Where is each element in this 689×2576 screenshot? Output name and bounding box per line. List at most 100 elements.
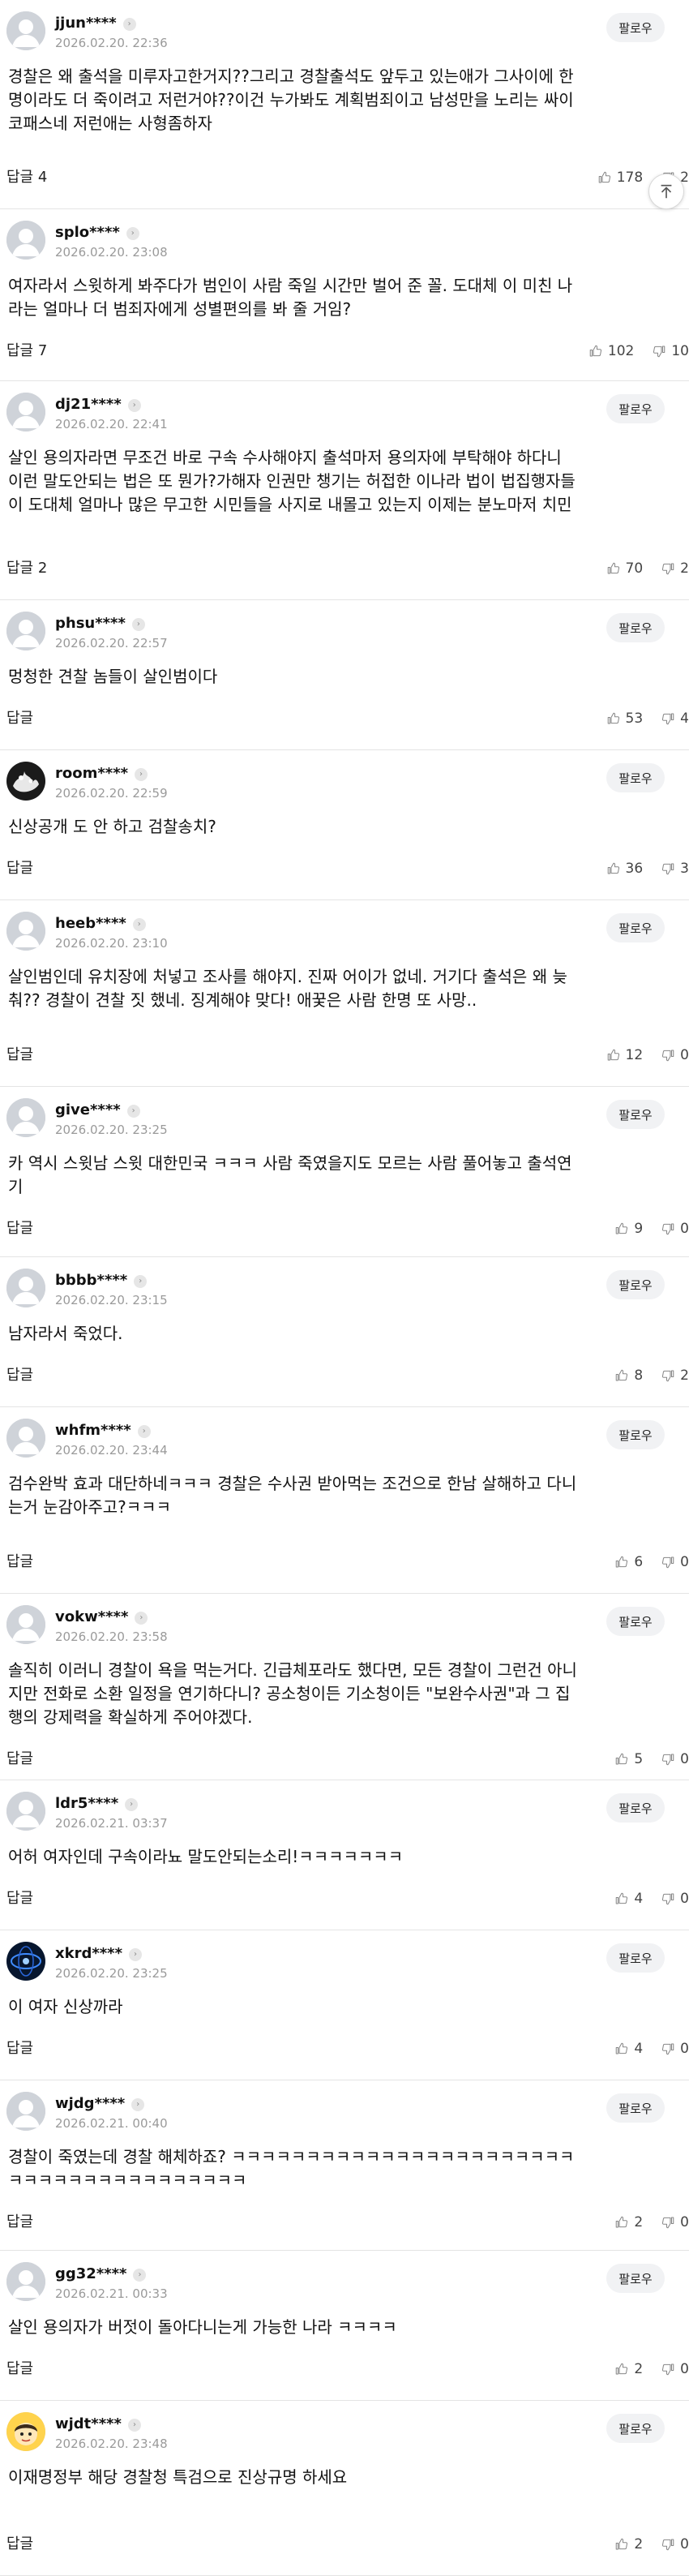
avatar[interactable]	[6, 612, 45, 650]
like-button[interactable]: 9	[614, 1221, 643, 1237]
reply-button[interactable]: 답글	[6, 1046, 33, 1064]
follow-button[interactable]: 팔로우	[606, 763, 665, 792]
comment-nickname[interactable]: phsu**** ›	[55, 615, 145, 633]
dislike-button[interactable]: 0	[661, 1891, 689, 1907]
comment-nickname[interactable]: ldr5**** ›	[55, 1795, 139, 1813]
avatar[interactable]	[6, 2262, 45, 2301]
follow-button[interactable]: 팔로우	[606, 394, 665, 423]
comment-nickname[interactable]: wjdt**** ›	[55, 2415, 141, 2433]
follow-button[interactable]: 팔로우	[606, 613, 665, 642]
follow-button[interactable]: 팔로우	[606, 1793, 665, 1823]
avatar[interactable]	[6, 912, 45, 951]
reply-button[interactable]: 답글	[6, 2360, 33, 2378]
reply-button[interactable]: 답글	[6, 1890, 33, 1908]
comment-nickname[interactable]: gg32**** ›	[55, 2265, 147, 2283]
dislike-button[interactable]: 0	[661, 2536, 689, 2552]
dislike-button[interactable]: 0	[661, 1221, 689, 1237]
avatar[interactable]	[6, 2412, 45, 2451]
like-button[interactable]: 6	[614, 1554, 643, 1570]
like-button[interactable]: 102	[588, 343, 634, 359]
avatar[interactable]	[6, 393, 45, 431]
dislike-button[interactable]: 10	[652, 343, 689, 359]
chevron-right-icon[interactable]: ›	[135, 1612, 148, 1625]
reply-button[interactable]: 답글	[6, 1220, 33, 1238]
reply-button[interactable]: 답글	[6, 860, 33, 878]
scroll-to-top-button[interactable]	[648, 174, 684, 209]
reply-button[interactable]: 답글	[6, 1553, 33, 1571]
reply-button[interactable]: 답글 4	[6, 169, 47, 187]
dislike-button[interactable]: 0	[661, 2361, 689, 2377]
follow-button[interactable]: 팔로우	[606, 2093, 665, 2123]
chevron-right-icon[interactable]: ›	[137, 1425, 151, 1438]
like-button[interactable]: 2	[614, 2536, 643, 2552]
chevron-right-icon[interactable]: ›	[127, 2419, 141, 2432]
comment-nickname[interactable]: heeb**** ›	[55, 915, 146, 933]
chevron-right-icon[interactable]: ›	[125, 1798, 139, 1811]
comment-nickname[interactable]: whfm**** ›	[55, 1422, 151, 1440]
comment-nickname[interactable]: jjun**** ›	[55, 15, 136, 32]
chevron-right-icon[interactable]: ›	[127, 399, 141, 412]
comment-nickname[interactable]: splo**** ›	[55, 224, 139, 242]
comment-nickname[interactable]: vokw**** ›	[55, 1608, 148, 1626]
avatar[interactable]	[6, 221, 45, 260]
follow-button[interactable]: 팔로우	[606, 1943, 665, 1973]
avatar[interactable]	[6, 1269, 45, 1307]
like-button[interactable]: 8	[614, 1367, 643, 1384]
avatar[interactable]	[6, 1942, 45, 1981]
like-button[interactable]: 4	[614, 2041, 643, 2057]
chevron-right-icon[interactable]: ›	[129, 1948, 142, 1961]
follow-button[interactable]: 팔로우	[606, 2414, 665, 2443]
avatar[interactable]	[6, 1419, 45, 1458]
follow-button[interactable]: 팔로우	[606, 1420, 665, 1449]
like-button[interactable]: 5	[614, 1751, 643, 1767]
chevron-right-icon[interactable]: ›	[131, 2098, 145, 2111]
chevron-right-icon[interactable]: ›	[135, 768, 148, 781]
dislike-button[interactable]: 4	[661, 711, 689, 727]
comment-nickname[interactable]: dj21**** ›	[55, 396, 141, 414]
chevron-right-icon[interactable]: ›	[133, 2269, 147, 2282]
dislike-button[interactable]: 0	[661, 2214, 689, 2230]
chevron-right-icon[interactable]: ›	[122, 18, 136, 31]
avatar[interactable]	[6, 762, 45, 801]
dislike-button[interactable]: 2	[661, 560, 689, 577]
comment-nickname[interactable]: bbbb**** ›	[55, 1272, 148, 1290]
comment-nickname[interactable]: wjdg**** ›	[55, 2095, 145, 2113]
chevron-right-icon[interactable]: ›	[134, 1275, 148, 1288]
reply-button[interactable]: 답글	[6, 2213, 33, 2231]
dislike-button[interactable]: 3	[661, 861, 689, 877]
avatar[interactable]	[6, 11, 45, 50]
dislike-button[interactable]: 0	[661, 1554, 689, 1570]
reply-button[interactable]: 답글	[6, 1750, 33, 1768]
reply-button[interactable]: 답글	[6, 2535, 33, 2553]
chevron-right-icon[interactable]: ›	[132, 918, 146, 931]
like-button[interactable]: 4	[614, 1891, 643, 1907]
reply-button[interactable]: 답글	[6, 710, 33, 728]
chevron-right-icon[interactable]: ›	[126, 227, 139, 240]
follow-button[interactable]: 팔로우	[606, 1270, 665, 1299]
dislike-button[interactable]: 0	[661, 1751, 689, 1767]
chevron-right-icon[interactable]: ›	[131, 618, 145, 631]
like-button[interactable]: 2	[614, 2361, 643, 2377]
follow-button[interactable]: 팔로우	[606, 13, 665, 42]
like-button[interactable]: 12	[606, 1047, 643, 1063]
comment-nickname[interactable]: room**** ›	[55, 765, 148, 783]
chevron-right-icon[interactable]: ›	[126, 1105, 140, 1118]
like-button[interactable]: 2	[614, 2214, 643, 2230]
reply-button[interactable]: 답글	[6, 2040, 33, 2058]
reply-button[interactable]: 답글 2	[6, 560, 47, 577]
dislike-button[interactable]: 0	[661, 1047, 689, 1063]
follow-button[interactable]: 팔로우	[606, 2264, 665, 2293]
avatar[interactable]	[6, 1098, 45, 1137]
follow-button[interactable]: 팔로우	[606, 913, 665, 942]
avatar[interactable]	[6, 2092, 45, 2131]
like-button[interactable]: 70	[606, 560, 643, 577]
like-button[interactable]: 178	[597, 170, 643, 186]
comment-nickname[interactable]: xkrd**** ›	[55, 1945, 142, 1963]
avatar[interactable]	[6, 1605, 45, 1644]
comment-nickname[interactable]: give**** ›	[55, 1101, 140, 1119]
dislike-button[interactable]: 2	[661, 1367, 689, 1384]
follow-button[interactable]: 팔로우	[606, 1100, 665, 1129]
like-button[interactable]: 36	[606, 861, 643, 877]
follow-button[interactable]: 팔로우	[606, 1607, 665, 1636]
avatar[interactable]	[6, 1792, 45, 1831]
